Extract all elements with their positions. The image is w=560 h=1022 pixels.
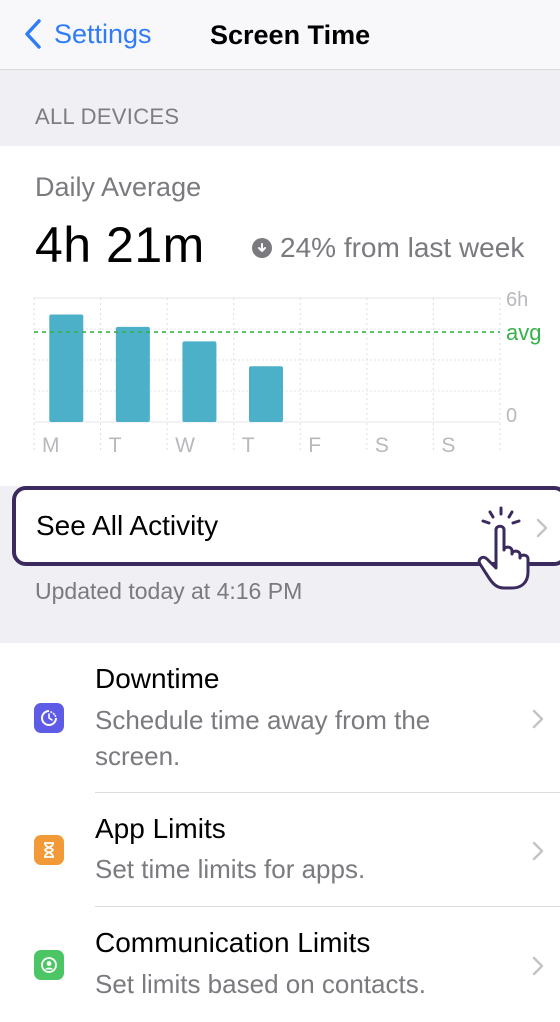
app-limits-subtitle: Set time limits for apps. [95,854,366,884]
chevron-right-icon [532,956,544,976]
tap-hand-icon [477,506,530,590]
back-label: Settings [54,18,152,49]
chevron-right-icon [532,709,544,729]
see-all-activity-button[interactable]: See All Activity [12,486,560,590]
communication-limits-title: Communication Limits [95,927,371,958]
downtime-title: Downtime [95,663,220,694]
chart-x-tick-label: F [308,434,321,457]
chart-y-tick-label: 0 [506,405,517,427]
chart-y-tick-label: 6h [506,289,528,311]
section-header: ALL DEVICES [35,104,180,129]
chart-x-tick-label: T [242,434,255,457]
daily-average-value: 4h 21m [35,217,205,273]
arrow-down-circle-icon [252,238,272,258]
communication-limits-row[interactable]: Communication Limits Set limits based on… [0,907,560,1022]
page-title: Screen Time [210,20,371,50]
chart-x-tick-label: S [375,434,389,457]
chart-x-tick-label: M [42,434,60,457]
hourglass-icon [34,835,64,865]
chevron-left-icon [25,19,41,49]
downtime-subtitle: Schedule time away from the screen. [95,705,431,771]
updated-timestamp: Updated today at 4:16 PM [35,578,303,604]
downtime-row[interactable]: Downtime Schedule time away from the scr… [0,643,560,793]
chart-x-tick-label: T [109,434,122,457]
chevron-right-icon [532,841,544,861]
chart-average-label: avg [506,320,541,345]
chevron-right-icon [536,518,548,538]
downtime-icon [34,703,64,733]
app-limits-title: App Limits [95,813,226,844]
trend-text: 24% from last week [280,232,525,263]
chart-bar [182,341,217,422]
see-all-activity-label: See All Activity [36,510,219,541]
settings-list: Downtime Schedule time away from the scr… [0,643,560,1022]
daily-average-label: Daily Average [35,172,202,202]
usage-bar-chart[interactable]: avg 6h 0 M T W T F S S [0,286,560,466]
navigation-bar: Settings Screen Time [0,0,560,70]
app-limits-row[interactable]: App Limits Set time limits for apps. [0,793,560,907]
chart-x-tick-label: S [441,434,455,457]
chart-bar [249,366,283,422]
chart-bar [115,326,150,422]
communication-limits-subtitle: Set limits based on contacts. [95,969,426,999]
chart-x-tick-label: W [175,434,195,457]
trend-indicator: 24% from last week [252,232,524,264]
back-button[interactable]: Settings [22,18,152,50]
chart-bar [49,314,84,422]
usage-card: Daily Average 4h 21m 24% from last week … [0,146,560,486]
contact-icon [34,950,64,980]
